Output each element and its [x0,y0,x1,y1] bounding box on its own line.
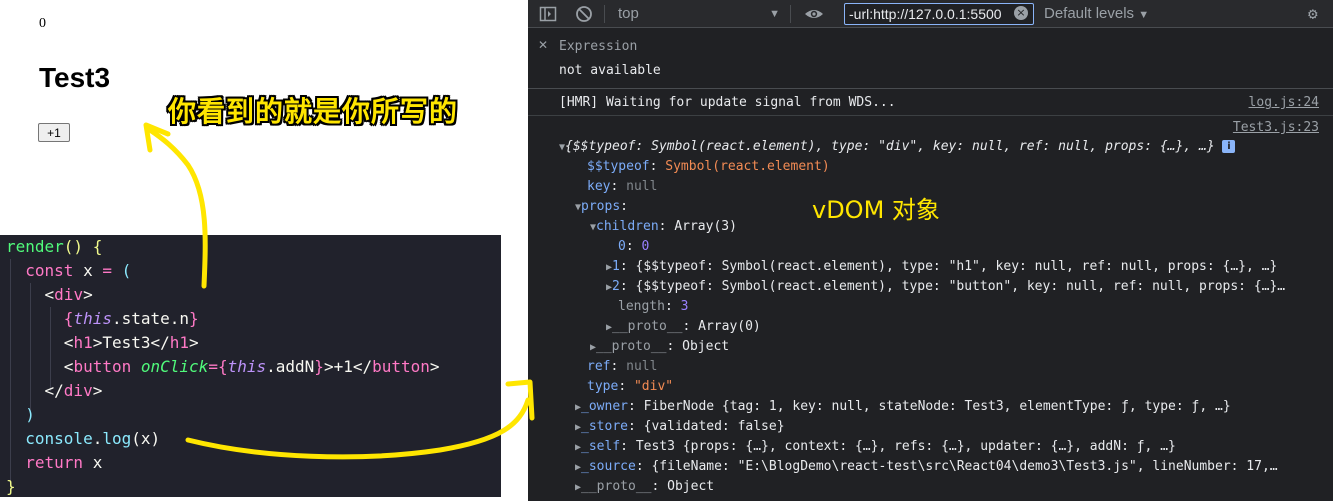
annotation-arrows [143,122,535,460]
